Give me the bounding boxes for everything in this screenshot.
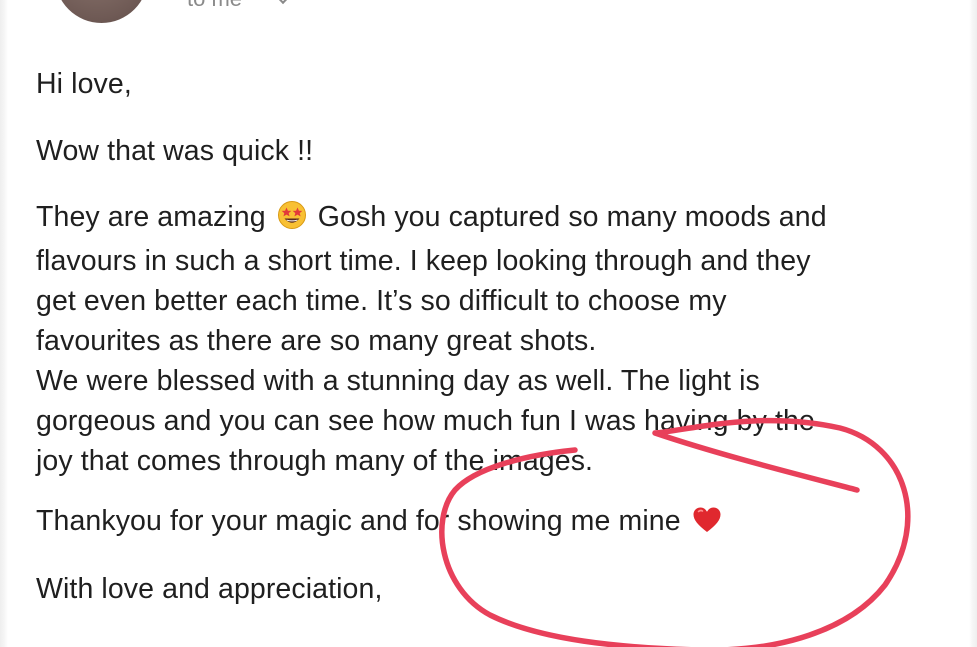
body-line: flavours in such a short time. I keep lo… bbox=[36, 245, 811, 277]
body-line: favourites as there are so many great sh… bbox=[36, 325, 597, 357]
body-line: We were blessed with a stunning day as w… bbox=[36, 365, 760, 397]
chevron-down-icon[interactable] bbox=[275, 0, 291, 5]
body-line-text: They are amazing bbox=[36, 201, 266, 233]
signoff-line: With love and appreciation, bbox=[36, 573, 383, 605]
body-line: gorgeous and you can see how much fun I … bbox=[36, 405, 815, 437]
body-line: joy that comes through many of the image… bbox=[36, 445, 594, 477]
body-line: get even better each time. It’s so diffi… bbox=[36, 285, 727, 317]
thanks-line: Thankyou for your magic and for showing … bbox=[36, 501, 725, 545]
sender-header: to me bbox=[0, 0, 977, 40]
body-line: They are amazing Gosh you captured so ma… bbox=[36, 197, 827, 241]
red-heart-emoji bbox=[692, 505, 722, 545]
screen-edge-left bbox=[0, 0, 8, 647]
body-line-quick: Wow that was quick !! bbox=[36, 135, 314, 167]
screen-edge-right bbox=[969, 0, 977, 647]
body-line-text: Gosh you captured so many moods and bbox=[317, 201, 827, 233]
greeting-line: Hi love, bbox=[36, 68, 132, 100]
star-struck-emoji bbox=[277, 200, 307, 241]
thanks-text: Thankyou for your magic and for showing … bbox=[36, 505, 681, 537]
main-paragraph: They are amazing Gosh you captured so ma… bbox=[36, 197, 827, 481]
avatar-icon[interactable] bbox=[55, 0, 148, 23]
recipient-label: to me bbox=[187, 0, 242, 12]
